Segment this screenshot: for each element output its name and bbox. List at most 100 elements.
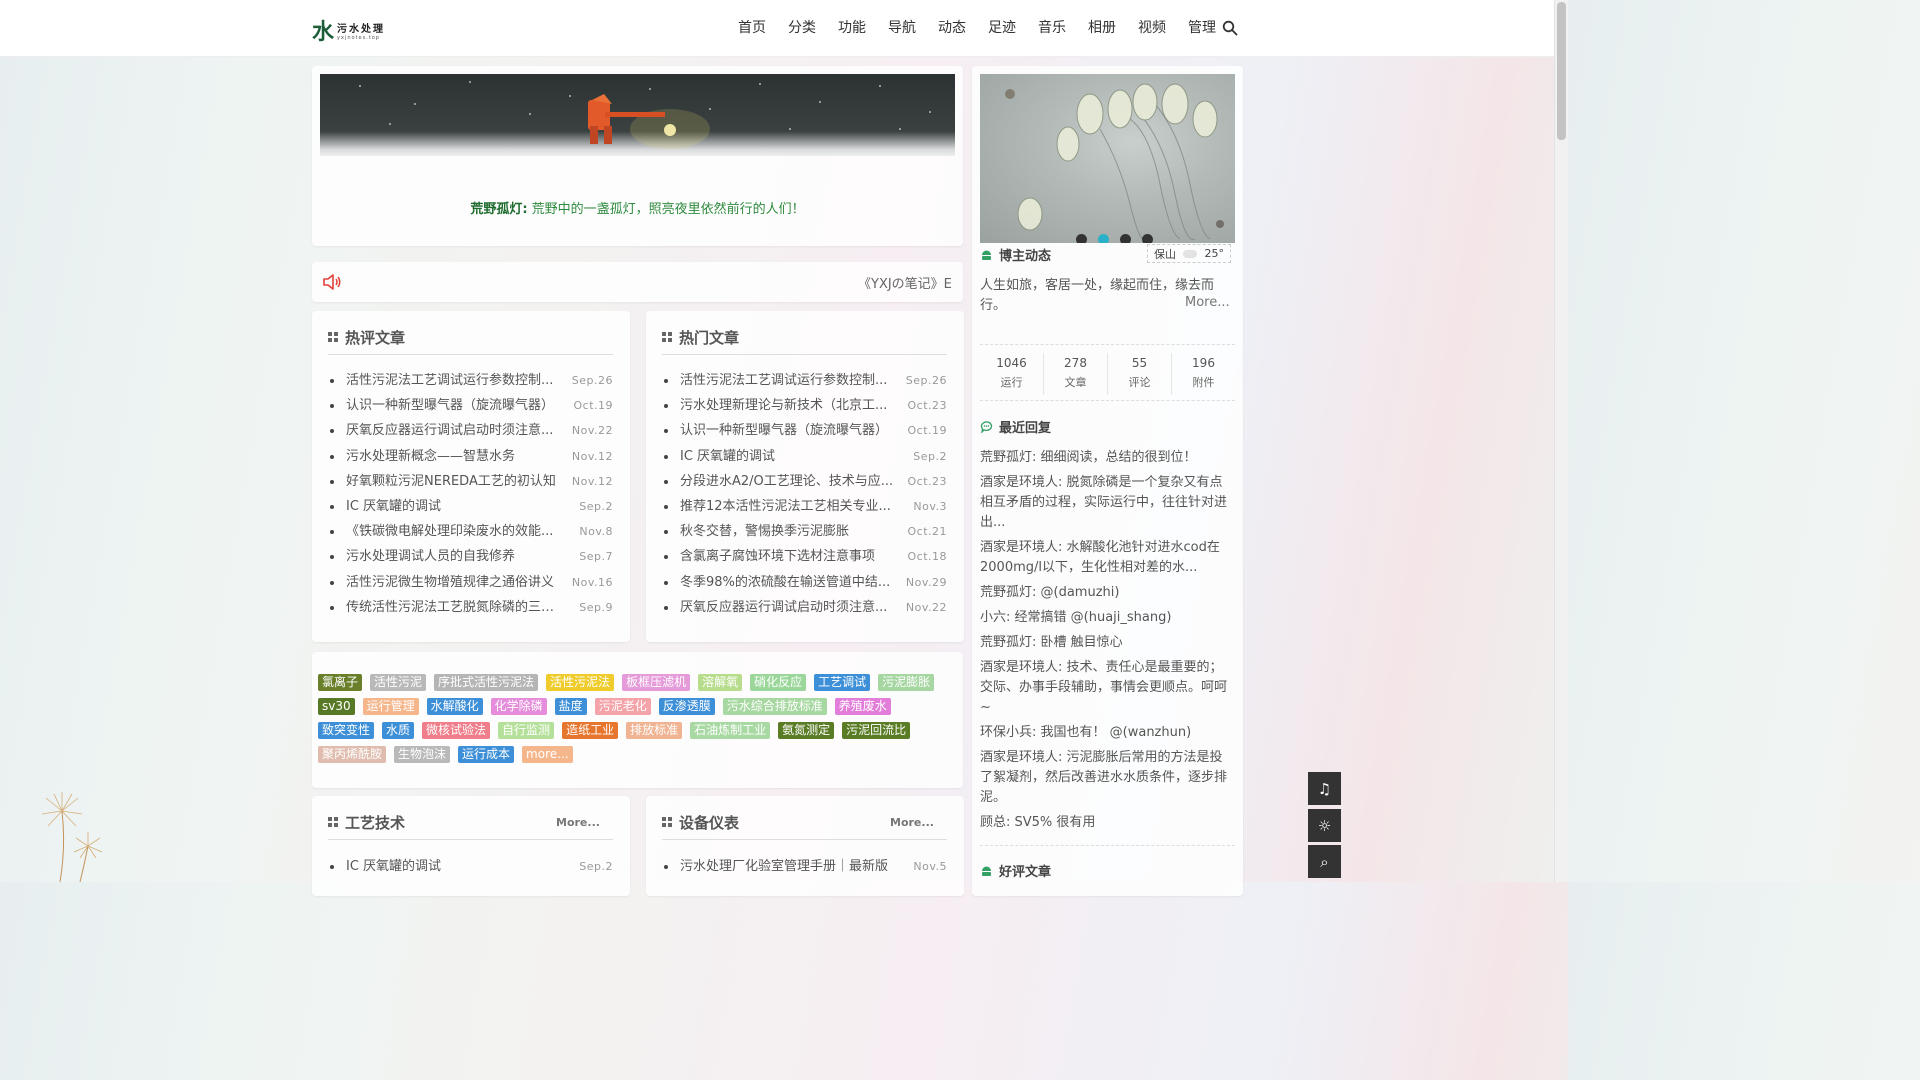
tag-item[interactable]: 运行管理 [362,698,419,715]
list-item[interactable]: 分段进水A2/O工艺理论、技术与应... Oct.23 [662,469,947,494]
tag-item[interactable]: 污泥回流比 [842,722,911,739]
article-title[interactable]: 活性污泥微生物增殖规律之通俗讲义 [346,570,566,595]
reply-item[interactable]: 酒家是环境人: 技术、责任心是最重要的；交际、办事手段辅助，事情会更顺点。呵呵~ [980,658,1235,718]
reply-item[interactable]: 小六: 经常搞错 @(huaji_shang) [980,608,1235,628]
tag-item[interactable]: 微核试验法 [422,722,491,739]
scrollbar-thumb[interactable] [1557,2,1566,140]
article-title[interactable]: 厌氧反应器运行调试启动时须注意... [680,595,900,620]
music-button[interactable]: ♫ [1308,772,1341,805]
list-item[interactable]: 厌氧反应器运行调试启动时须注意... Nov.22 [328,418,613,443]
list-item[interactable]: IC 厌氧罐的调试 Sep.2 [328,494,613,519]
tag-item[interactable]: 污泥老化 [594,698,651,715]
article-title[interactable]: IC 厌氧罐的调试 [346,494,566,519]
article-title[interactable]: 污水处理厂化验室管理手册｜最新版 [680,854,900,879]
tag-item[interactable]: 养殖废水 [834,698,891,715]
list-item[interactable]: IC 厌氧罐的调试 Sep.2 [328,854,613,879]
tag-item[interactable]: 盐度 [554,698,587,715]
tag-item[interactable]: 板框压滤机 [622,674,691,691]
tag-item[interactable]: 溶解氧 [698,674,743,691]
nav-category[interactable]: 分类 [777,17,827,39]
tag-item[interactable]: 造纸工业 [562,722,619,739]
nav-admin[interactable]: 管理 [1177,17,1227,39]
tag-item[interactable]: 石油炼制工业 [690,722,771,739]
nav-moments[interactable]: 动态 [927,17,977,39]
search-button[interactable]: ⌕ [1308,845,1341,878]
list-item[interactable]: 冬季98%的浓硫酸在输送管道中结... Nov.29 [662,570,947,595]
tags-more-link[interactable]: more... [522,746,573,763]
slider-dot[interactable] [1120,234,1131,243]
light-toggle-button[interactable]: ☼ [1308,809,1341,842]
list-item[interactable]: 推荐12本活性污泥法工艺相关专业... Nov.3 [662,494,947,519]
more-link[interactable]: More... [556,816,600,829]
reply-item[interactable]: 环保小兵: 我国也有！ @(wanzhun) [980,723,1235,743]
tag-item[interactable]: 活性污泥 [370,674,427,691]
list-item[interactable]: 污水处理调试人员的自我修养 Sep.7 [328,544,613,569]
announcement-text[interactable]: 《YXJの笔记》E [858,273,958,292]
reply-item[interactable]: 酒家是环境人: 污泥膨胀后常用的方法是投了絮凝剂，然后改善进水水质条件，逐步排泥… [980,748,1235,808]
article-title[interactable]: 认识一种新型曝气器（旋流曝气器） [346,393,566,418]
article-title[interactable]: 冬季98%的浓硫酸在输送管道中结... [680,570,900,595]
article-title[interactable]: 认识一种新型曝气器（旋流曝气器） [680,418,900,443]
article-title[interactable]: 秋冬交替，警惕换季污泥膨胀 [680,519,900,544]
tag-item[interactable]: 自行监测 [498,722,555,739]
reply-item[interactable]: 酒家是环境人: 脱氮除磷是一个复杂又有点相互矛盾的过程，实际运行中，往往针对进出… [980,473,1235,533]
nav-footprint[interactable]: 足迹 [977,17,1027,39]
article-title[interactable]: 污水处理调试人员的自我修养 [346,544,566,569]
article-title[interactable]: 推荐12本活性污泥法工艺相关专业... [680,494,900,519]
tag-item[interactable]: 活性污泥法 [546,674,615,691]
article-title[interactable]: IC 厌氧罐的调试 [680,444,900,469]
tag-item[interactable]: 水解酸化 [426,698,483,715]
list-item[interactable]: 污水处理新概念——智慧水务 Nov.12 [328,444,613,469]
tag-item[interactable]: 工艺调试 [814,674,871,691]
list-item[interactable]: 厌氧反应器运行调试启动时须注意... Nov.22 [662,595,947,620]
article-title[interactable]: 传统活性污泥法工艺脱氮除磷的三个... [346,595,566,620]
tag-item[interactable]: 生物泡沫 [394,746,451,763]
list-item[interactable]: 好氧颗粒污泥NEREDA工艺的初认知 Nov.12 [328,469,613,494]
search-icon[interactable] [1222,20,1238,36]
tag-item[interactable]: 污泥膨胀 [878,674,935,691]
speaker-icon[interactable] [322,273,342,291]
reply-item[interactable]: 顾总: SV5% 很有用 [980,813,1235,833]
tag-item[interactable]: sv30 [318,698,355,715]
reply-item[interactable]: 荒野孤灯: @(damuzhi) [980,583,1235,603]
tag-item[interactable]: 序批式活性污泥法 [434,674,539,691]
site-logo[interactable]: 水 污水处理 yxjnotes.top [312,14,385,46]
list-item[interactable]: 认识一种新型曝气器（旋流曝气器） Oct.19 [328,393,613,418]
list-item[interactable]: 污水处理厂化验室管理手册｜最新版 Nov.5 [662,854,947,879]
nav-home[interactable]: 首页 [727,17,777,39]
list-item[interactable]: 《铁碳微电解处理印染废水的效能... Nov.8 [328,519,613,544]
list-item[interactable]: 秋冬交替，警惕换季污泥膨胀 Oct.21 [662,519,947,544]
list-item[interactable]: 含氯离子腐蚀环境下选材注意事项 Oct.18 [662,544,947,569]
tag-item[interactable]: 水质 [382,722,415,739]
list-item[interactable]: 污水处理新理论与新技术（北京工... Oct.23 [662,393,947,418]
motto-more-link[interactable]: More... [1185,295,1230,310]
reply-item[interactable]: 酒家是环境人: 水解酸化池针对进水cod在2000mg/l以下，生化性相对差的水… [980,538,1235,578]
weather-widget[interactable]: 保山 25° [1147,244,1231,263]
more-link[interactable]: More... [890,816,934,829]
nav-navigation[interactable]: 导航 [877,17,927,39]
list-item[interactable]: 传统活性污泥法工艺脱氮除磷的三个... Sep.9 [328,595,613,620]
nav-album[interactable]: 相册 [1077,17,1127,39]
tag-item[interactable]: 化学除磷 [490,698,547,715]
tag-item[interactable]: 污水综合排放标准 [722,698,827,715]
tag-item[interactable]: 聚丙烯酰胺 [318,746,387,763]
tag-item[interactable]: 氨氮测定 [778,722,835,739]
article-title[interactable]: 厌氧反应器运行调试启动时须注意... [346,418,566,443]
tag-item[interactable]: 硝化反应 [750,674,807,691]
list-item[interactable]: IC 厌氧罐的调试 Sep.2 [662,444,947,469]
article-title[interactable]: 污水处理新理论与新技术（北京工... [680,393,900,418]
tag-item[interactable]: 反渗透膜 [658,698,715,715]
list-item[interactable]: 活性污泥法工艺调试运行参数控制... Sep.26 [662,368,947,393]
slider-dot[interactable] [1142,234,1153,243]
nav-music[interactable]: 音乐 [1027,17,1077,39]
list-item[interactable]: 活性污泥微生物增殖规律之通俗讲义 Nov.16 [328,570,613,595]
article-title[interactable]: IC 厌氧罐的调试 [346,854,566,879]
article-title[interactable]: 含氯离子腐蚀环境下选材注意事项 [680,544,900,569]
article-title[interactable]: 活性污泥法工艺调试运行参数控制... [680,368,900,393]
list-item[interactable]: 认识一种新型曝气器（旋流曝气器） Oct.19 [662,418,947,443]
reply-item[interactable]: 荒野孤灯: 细细阅读，总结的很到位！ [980,448,1235,468]
tag-item[interactable]: 排放标准 [626,722,683,739]
tag-item[interactable]: 运行成本 [458,746,515,763]
article-title[interactable]: 好氧颗粒污泥NEREDA工艺的初认知 [346,469,566,494]
nav-features[interactable]: 功能 [827,17,877,39]
